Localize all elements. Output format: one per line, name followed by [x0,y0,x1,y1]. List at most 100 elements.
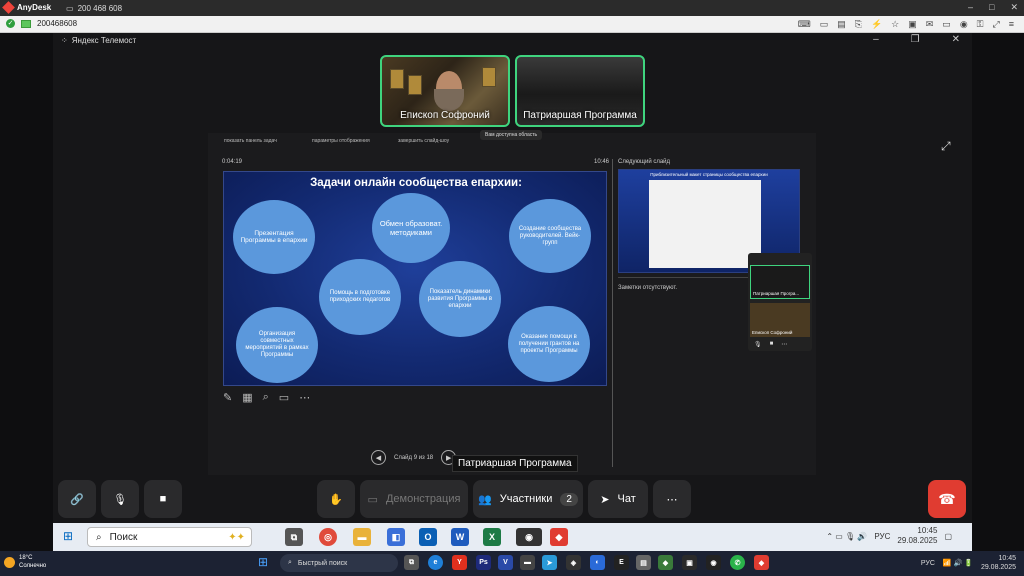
more-button[interactable]: ⋯ [653,480,691,518]
yandex-icon[interactable]: Y [452,555,467,570]
star-icon[interactable]: ☆ [891,19,899,30]
files-icon[interactable]: ▤ [837,19,846,30]
book-icon[interactable]: ▣ [908,19,917,30]
remote-monitor-icon[interactable] [21,19,31,28]
explorer-icon[interactable]: ▬ [353,528,371,546]
local-taskbar: 18°C Солнечно ⊞ ⌕ Быстрый поиск ⧉ e Y Ps… [0,551,1024,576]
store-icon[interactable]: ◧ [387,528,405,546]
mini-participant-tile[interactable]: Патриаршая Програ... [750,265,810,299]
photoshop-icon[interactable]: Ps [476,555,491,570]
demonstration-button[interactable]: ▭ Демонстрация [360,480,468,518]
close-icon[interactable]: ✕ [1010,2,1018,13]
start-icon[interactable]: ⊞ [63,529,73,543]
raise-hand-button[interactable]: ✋ [317,480,355,518]
remote-language[interactable]: РУС [874,532,890,541]
prev-slide-icon[interactable]: ◀ [371,450,386,465]
outlook-icon[interactable]: O [419,528,437,546]
weather-widget[interactable]: 18°C Солнечно [4,554,46,570]
participant-tile[interactable]: Патриаршая Программа [515,55,645,127]
anydesk-taskbar-icon[interactable]: ◆ [550,528,568,546]
slide-bubble: Оказание помощи в получении грантов на п… [508,306,590,382]
close-icon[interactable]: ✕ [952,34,960,45]
clipboard-icon[interactable]: ⎘ [855,19,862,30]
participant-tile[interactable]: Епископ Софроний [380,55,510,127]
telemost-window: ⁘ Яндекс Телемост – ❐ ✕ Епископ Софроний… [53,33,972,523]
remote-clock[interactable]: 10:45 29.08.2025 [897,526,937,546]
screen-share-icon: ▭ [367,493,378,506]
display-icon[interactable]: ▭ [820,19,829,30]
local-clock[interactable]: 10:45 29.08.2025 [981,554,1016,572]
start-icon[interactable]: ⊞ [258,555,268,569]
microphone-icon: 🎙 [113,493,127,506]
v-app-icon[interactable]: V [498,555,513,570]
app-icon[interactable]: ◐ [590,555,605,570]
minimize-icon[interactable]: – [968,2,973,13]
hang-up-button[interactable]: ☎ [928,480,966,518]
chat-icon[interactable]: ✉ [926,19,934,30]
app-icon[interactable]: ◉ [706,555,721,570]
tray-icons[interactable]: 📶 🔊 🔋 [943,559,973,567]
anydesk-session-tab[interactable]: ▭ 200 468 608 [60,2,160,15]
share-area-badge: Вам доступна область [480,130,543,140]
maximize-icon[interactable]: □ [989,2,994,13]
copy-link-button[interactable]: 🔗 [58,480,96,518]
notification-icon[interactable]: ▢ [944,532,952,541]
phone-hangup-icon: ☎ [938,490,956,507]
edge-icon[interactable]: e [428,555,443,570]
screen-icon[interactable]: ▭ [279,391,289,404]
telemost-taskbar-icon[interactable]: ◉ [516,528,542,546]
annotation-tools: ✎ ▦ ⌕ ▭ ⋯ [223,391,310,404]
sun-icon [4,556,15,568]
camera-button[interactable]: ■ [144,480,182,518]
epic-icon[interactable]: E [614,555,629,570]
folder-icon[interactable]: ▬ [520,555,535,570]
fullscreen-icon[interactable]: ⤢ [993,19,1000,30]
more-icon[interactable]: ⋯ [781,341,787,348]
all-slides-icon[interactable]: ▦ [242,391,252,404]
participant-name: Епископ Софроний [400,110,490,121]
participants-button[interactable]: 👥 Участники 2 [473,480,583,518]
next-slide-title: Приблизительный макет страницы сообществ… [650,172,768,177]
task-view-icon[interactable]: ⧉ [404,555,419,570]
anydesk-taskbar-icon[interactable]: ◆ [754,555,769,570]
lock-icon[interactable]: ⚿ [977,19,984,30]
mic-icon[interactable]: 🎙 [754,341,762,348]
menu-icon[interactable]: ≡ [1009,19,1014,30]
local-language[interactable]: РУС [921,560,935,567]
microphone-button[interactable]: 🎙 [101,480,139,518]
chrome-icon[interactable]: ◎ [319,528,337,546]
app-icon[interactable]: ◆ [658,555,673,570]
expand-icon[interactable]: ⤢ [941,139,951,154]
camera-icon[interactable]: ◉ [960,19,968,30]
app-icon[interactable]: ▤ [636,555,651,570]
mini-controls: 🎙 ■ ⋯ [754,341,787,348]
restore-icon[interactable]: ❐ [911,34,920,45]
tray-icons[interactable]: ⌃ ▭ 🎙 🔊 [826,532,867,541]
app-icon[interactable]: ▣ [682,555,697,570]
screen-icon[interactable]: ▭ [942,19,951,30]
more-options-icon: ⋯ [666,493,678,506]
minimize-icon[interactable]: – [873,34,879,45]
pen-icon[interactable]: ✎ [223,391,232,404]
excel-icon[interactable]: X [483,528,501,546]
remote-tray: ⌃ ▭ 🎙 🔊 РУС 10:45 29.08.2025 ▢ [826,526,952,546]
more-options-icon[interactable]: ⋯ [299,391,310,404]
camera-icon[interactable]: ■ [770,341,774,348]
telegram-icon[interactable]: ➤ [542,555,557,570]
zoom-icon[interactable]: ⌕ [263,391,269,404]
task-view-icon[interactable]: ⧉ [285,528,303,546]
word-icon[interactable]: W [451,528,469,546]
keyboard-icon[interactable]: ⌨ [798,19,811,30]
actions-icon[interactable]: ⚡ [871,19,882,30]
end-slideshow-link: завершить слайд-шоу [398,138,450,144]
remote-search-box[interactable]: ⌕ Поиск ✦✦ [87,527,252,547]
slide-title: Задачи онлайн сообщества епархии: [310,177,522,189]
app-icon[interactable]: ◈ [566,555,581,570]
weather-temp: 18°C [19,555,33,561]
chat-button[interactable]: ➤ Чат [588,480,648,518]
whatsapp-icon[interactable]: ✆ [730,555,745,570]
local-search-box[interactable]: ⌕ Быстрый поиск [280,554,398,572]
remote-date: 29.08.2025 [897,536,938,545]
telemost-window-title: Яндекс Телемост [71,36,137,45]
mini-participant-tile[interactable]: Епископ Софроний [750,303,810,337]
